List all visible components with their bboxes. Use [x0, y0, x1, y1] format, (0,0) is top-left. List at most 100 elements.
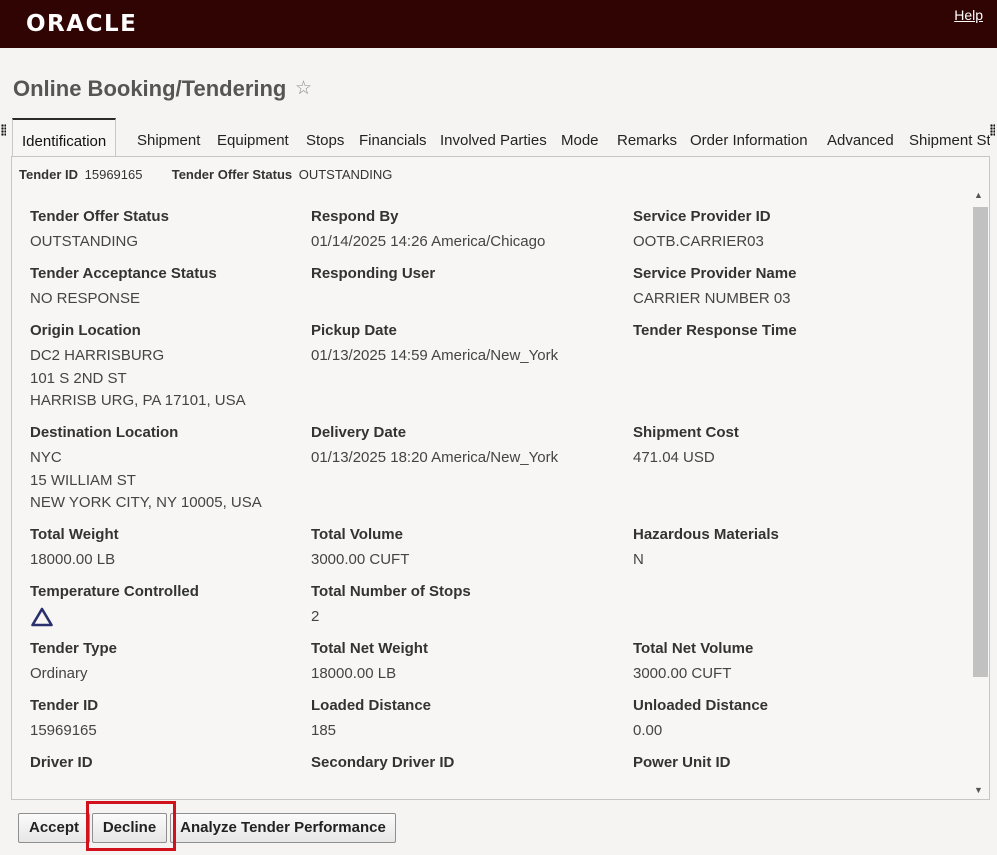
tab-shipment-status[interactable]: Shipment St — [909, 118, 990, 156]
field-label: Total Net Volume — [633, 640, 754, 657]
oracle-logo: ORACLE — [26, 11, 138, 37]
field-value: 471.04 USD — [633, 449, 715, 466]
field-label: Loaded Distance — [311, 697, 432, 714]
origin-line-3: HARRISB URG, PA 17101, USA — [30, 392, 246, 409]
field-service-provider-id: Service Provider ID OOTB.CARRIER03 — [633, 207, 771, 254]
summary-status-value: OUTSTANDING — [298, 167, 393, 182]
field-total-net-volume: Total Net Volume 3000.00 CUFT — [633, 639, 753, 686]
field-value: 15969165 — [30, 722, 97, 739]
summary-line: Tender ID 15969165 Tender Offer Status O… — [19, 167, 392, 182]
help-link[interactable]: Help — [954, 7, 983, 23]
field-temperature-controlled: Temperature Controlled — [30, 582, 199, 628]
field-label: Power Unit ID — [633, 754, 731, 771]
field-label: Shipment Cost — [633, 424, 739, 441]
destination-line-1: NYC — [30, 449, 62, 466]
tab-order-information[interactable]: Order Information — [690, 118, 808, 156]
tab-stops[interactable]: Stops — [306, 118, 344, 156]
field-hazardous-materials: Hazardous Materials N — [633, 525, 779, 572]
top-header-bar: ORACLE Help — [0, 0, 997, 48]
field-shipment-cost: Shipment Cost 471.04 USD — [633, 423, 739, 470]
field-label: Destination Location — [30, 424, 179, 441]
tab-shipment[interactable]: Shipment — [137, 118, 200, 156]
summary-tender-id-value: 15969165 — [84, 167, 143, 182]
summary-tender-id-label: Tender ID — [19, 167, 78, 182]
field-value: NO RESPONSE — [30, 290, 141, 307]
field-label: Origin Location — [30, 322, 141, 339]
destination-line-3: NEW YORK CITY, NY 10005, USA — [30, 494, 262, 511]
details-scroll-area[interactable]: Tender Offer Status OUTSTANDING Respond … — [12, 187, 989, 799]
triangle-warning-icon — [31, 607, 53, 627]
field-label: Secondary Driver ID — [311, 754, 455, 771]
resize-handle-left-icon[interactable] — [1, 124, 6, 136]
field-value: Ordinary — [30, 665, 88, 682]
tab-advanced[interactable]: Advanced — [827, 118, 894, 156]
field-value: 2 — [311, 608, 320, 625]
scrollbar-thumb[interactable] — [973, 207, 988, 677]
field-unloaded-distance: Unloaded Distance 0.00 — [633, 696, 768, 743]
field-secondary-driver-id: Secondary Driver ID — [311, 753, 454, 777]
tab-involved-parties[interactable]: Involved Parties — [440, 118, 547, 156]
field-loaded-distance: Loaded Distance 185 — [311, 696, 431, 743]
field-label: Tender ID — [30, 697, 99, 714]
tab-remarks[interactable]: Remarks — [617, 118, 677, 156]
field-label: Hazardous Materials — [633, 526, 779, 543]
field-label: Tender Type — [30, 640, 117, 657]
origin-line-1: DC2 HARRISBURG — [30, 347, 165, 364]
field-label: Responding User — [311, 265, 436, 282]
resize-handle-right-icon[interactable] — [990, 124, 995, 136]
field-delivery-date: Delivery Date 01/13/2025 18:20 America/N… — [311, 423, 558, 470]
tab-equipment[interactable]: Equipment — [217, 118, 289, 156]
field-label: Total Number of Stops — [311, 583, 471, 600]
tab-bar: Identification Shipment Equipment Stops … — [12, 118, 990, 156]
field-respond-by: Respond By 01/14/2025 14:26 America/Chic… — [311, 207, 545, 254]
field-pickup-date: Pickup Date 01/13/2025 14:59 America/New… — [311, 321, 558, 368]
field-value: OOTB.CARRIER03 — [633, 233, 764, 250]
page-title: Online Booking/Tendering — [13, 76, 287, 101]
field-value: OUTSTANDING — [30, 233, 139, 250]
field-label: Tender Response Time — [633, 322, 797, 339]
field-service-provider-name: Service Provider Name CARRIER NUMBER 03 — [633, 264, 796, 311]
analyze-tender-performance-button[interactable]: Analyze Tender Performance — [170, 813, 396, 843]
field-value: 185 — [311, 722, 337, 739]
tab-financials[interactable]: Financials — [359, 118, 427, 156]
scroll-up-icon[interactable]: ▲ — [970, 187, 987, 204]
field-power-unit-id: Power Unit ID — [633, 753, 731, 777]
accept-button[interactable]: Accept — [18, 813, 90, 843]
field-label: Unloaded Distance — [633, 697, 769, 714]
field-value: 3000.00 CUFT — [633, 665, 732, 682]
field-destination-location: Destination Location NYC 15 WILLIAM ST N… — [30, 423, 262, 515]
field-label: Driver ID — [30, 754, 93, 771]
field-value: CARRIER NUMBER 03 — [633, 290, 791, 307]
decline-button[interactable]: Decline — [92, 813, 167, 843]
scroll-down-icon[interactable]: ▼ — [970, 782, 987, 799]
field-tender-type: Tender Type Ordinary — [30, 639, 117, 686]
field-value: N — [633, 551, 644, 568]
field-value: 01/13/2025 18:20 America/New_York — [311, 449, 559, 466]
field-tender-acceptance-status: Tender Acceptance Status NO RESPONSE — [30, 264, 217, 311]
field-tender-offer-status: Tender Offer Status OUTSTANDING — [30, 207, 169, 254]
field-label: Service Provider ID — [633, 208, 771, 225]
tab-mode[interactable]: Mode — [561, 118, 599, 156]
vertical-scrollbar[interactable]: ▲ ▼ — [970, 187, 988, 799]
field-total-volume: Total Volume 3000.00 CUFT — [311, 525, 409, 572]
field-total-number-of-stops: Total Number of Stops 2 — [311, 582, 471, 629]
field-label: Total Weight — [30, 526, 119, 543]
field-label: Delivery Date — [311, 424, 407, 441]
field-driver-id: Driver ID — [30, 753, 93, 777]
field-value: 0.00 — [633, 722, 663, 739]
field-total-weight: Total Weight 18000.00 LB — [30, 525, 119, 572]
field-label: Respond By — [311, 208, 399, 225]
field-label: Pickup Date — [311, 322, 397, 339]
field-value: 01/13/2025 14:59 America/New_York — [311, 347, 559, 364]
star-icon[interactable]: ☆ — [295, 77, 312, 100]
tab-identification[interactable]: Identification — [12, 118, 117, 156]
origin-line-2: 101 S 2ND ST — [30, 369, 127, 387]
summary-status-label: Tender Offer Status — [171, 167, 293, 182]
field-label: Total Volume — [311, 526, 403, 543]
field-label: Total Net Weight — [311, 640, 428, 657]
field-tender-response-time: Tender Response Time — [633, 321, 797, 345]
field-value: 01/14/2025 14:26 America/Chicago — [311, 233, 546, 250]
destination-line-2: 15 WILLIAM ST — [30, 471, 136, 489]
field-tender-id: Tender ID 15969165 — [30, 696, 98, 743]
field-responding-user: Responding User — [311, 264, 435, 288]
